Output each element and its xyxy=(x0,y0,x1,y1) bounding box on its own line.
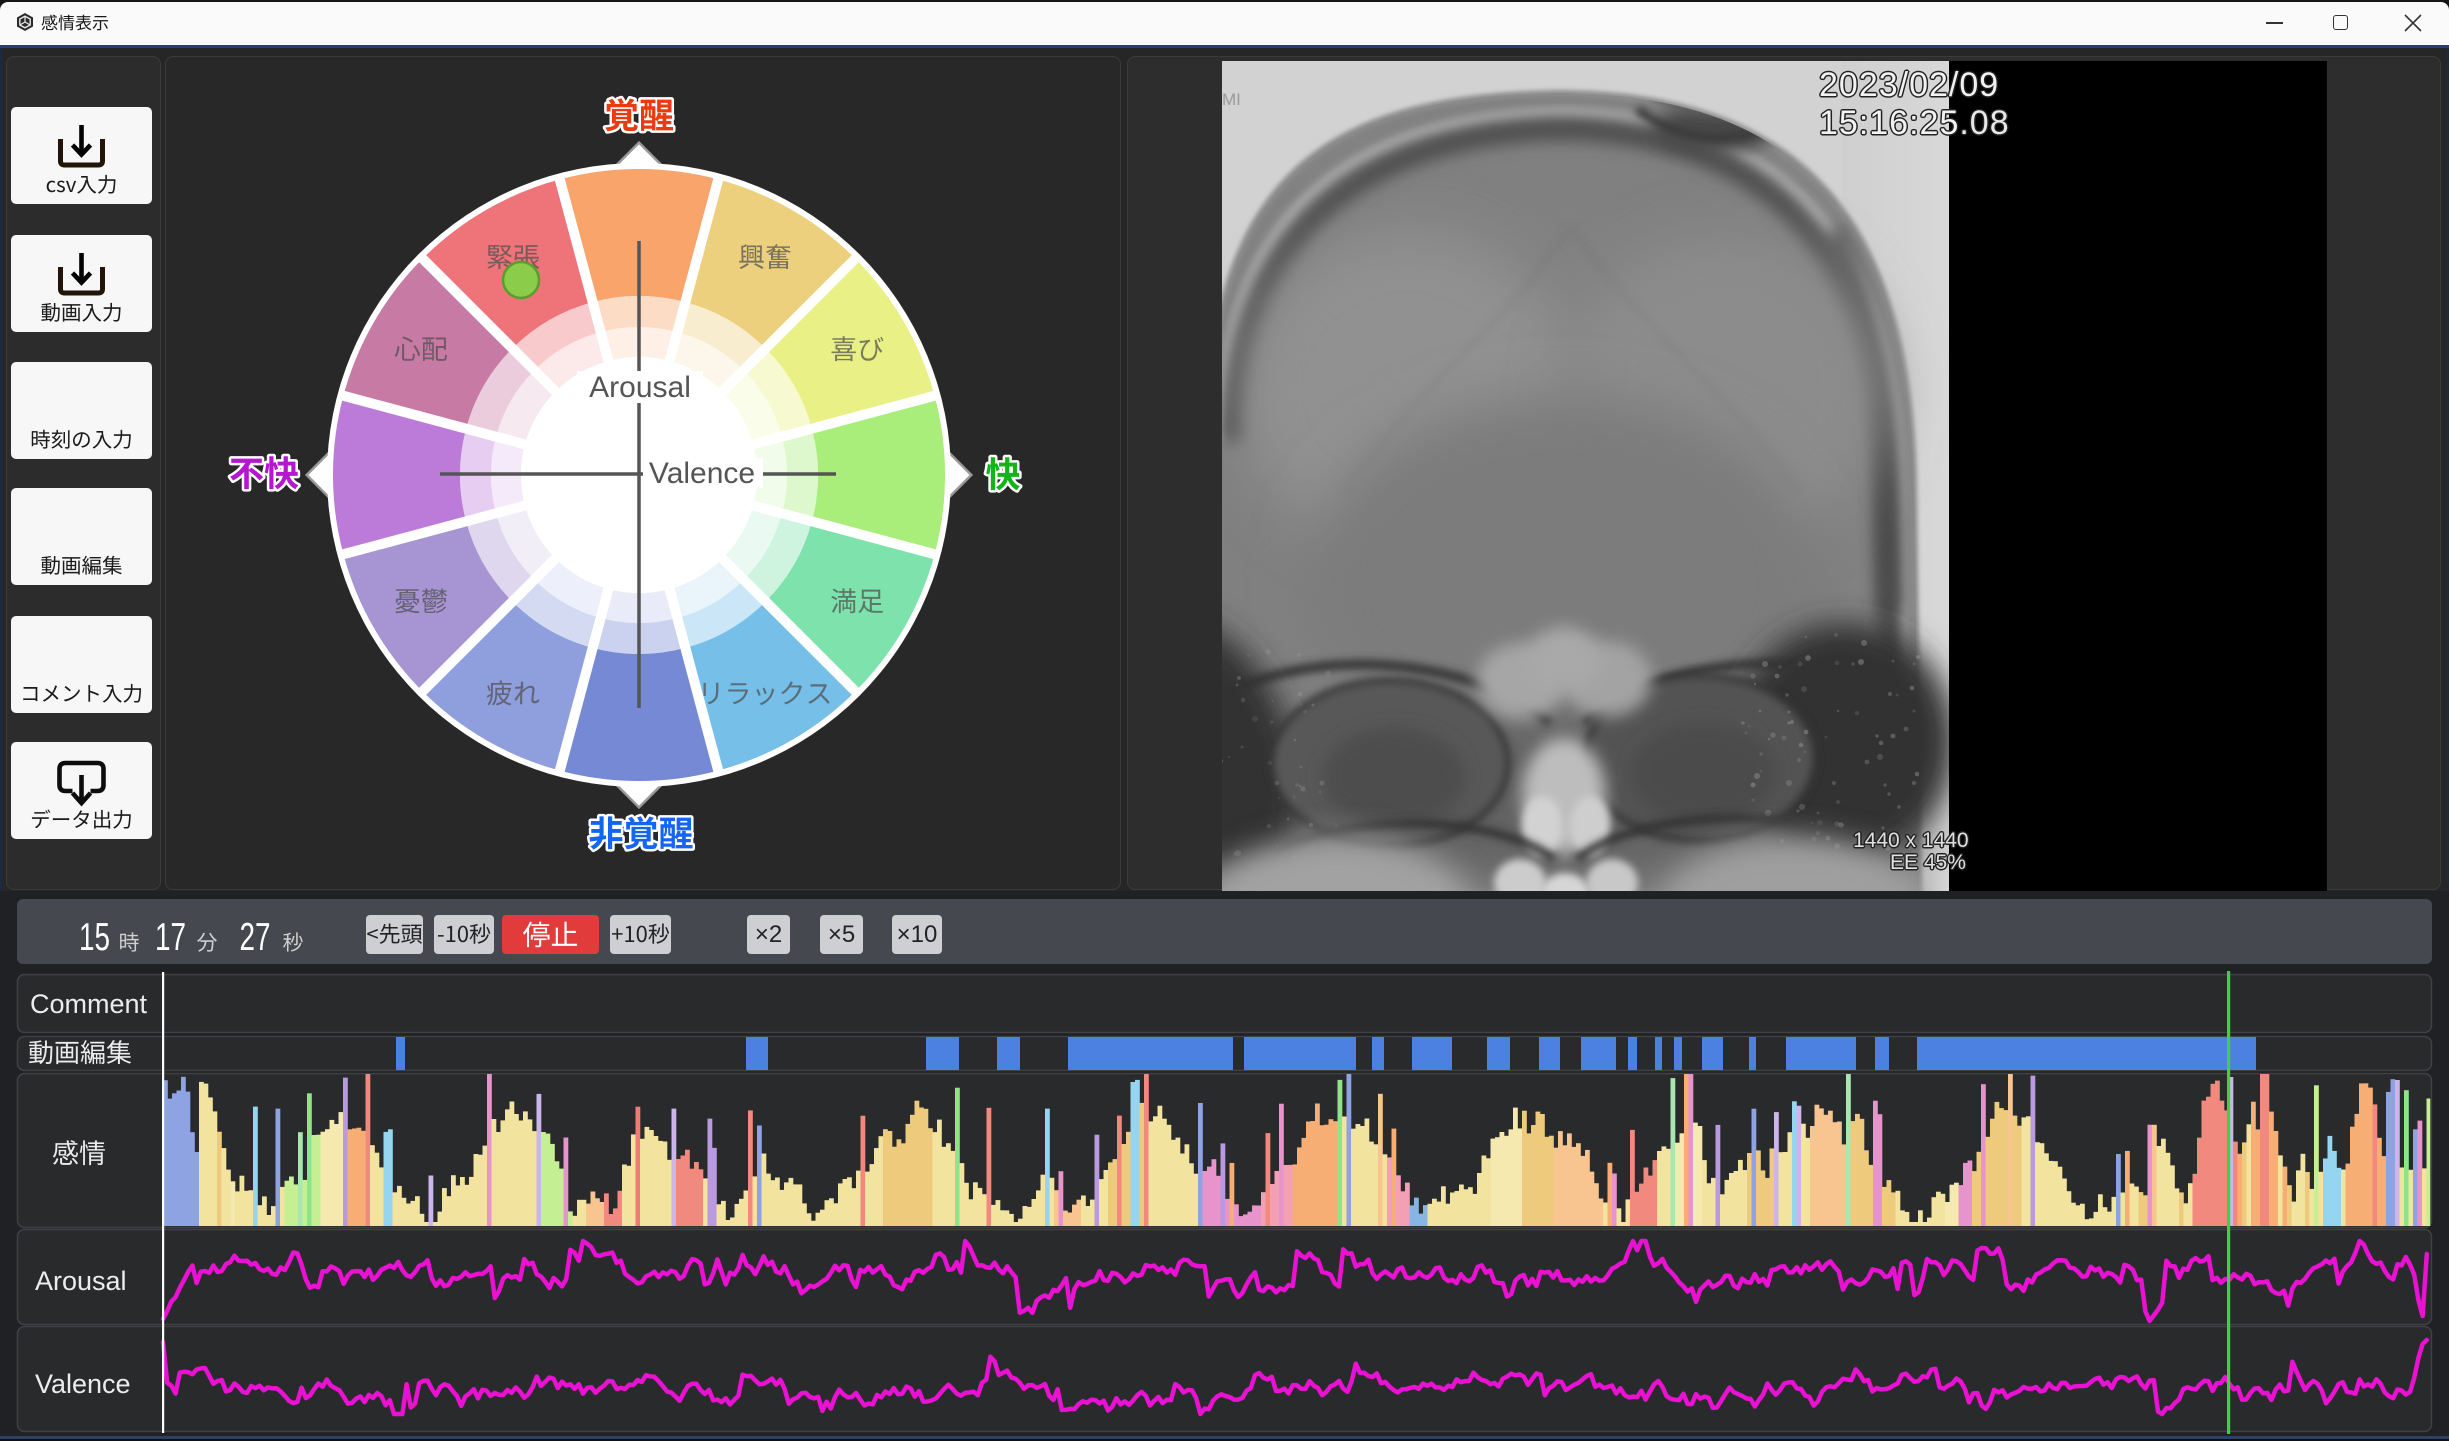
svg-text:×5: ×5 xyxy=(828,921,855,948)
svg-text:Arousal: Arousal xyxy=(589,371,691,404)
svg-text:Arousal: Arousal xyxy=(35,1266,127,1296)
svg-text:17: 17 xyxy=(155,916,186,959)
svg-text:Valence: Valence xyxy=(35,1369,131,1399)
svg-text:15: 15 xyxy=(79,916,110,959)
svg-text:×10: ×10 xyxy=(897,921,938,948)
svg-text:Valence: Valence xyxy=(649,457,755,490)
svg-text:×2: ×2 xyxy=(755,921,782,948)
svg-text:27: 27 xyxy=(240,916,271,959)
svg-text:Comment: Comment xyxy=(30,989,148,1019)
